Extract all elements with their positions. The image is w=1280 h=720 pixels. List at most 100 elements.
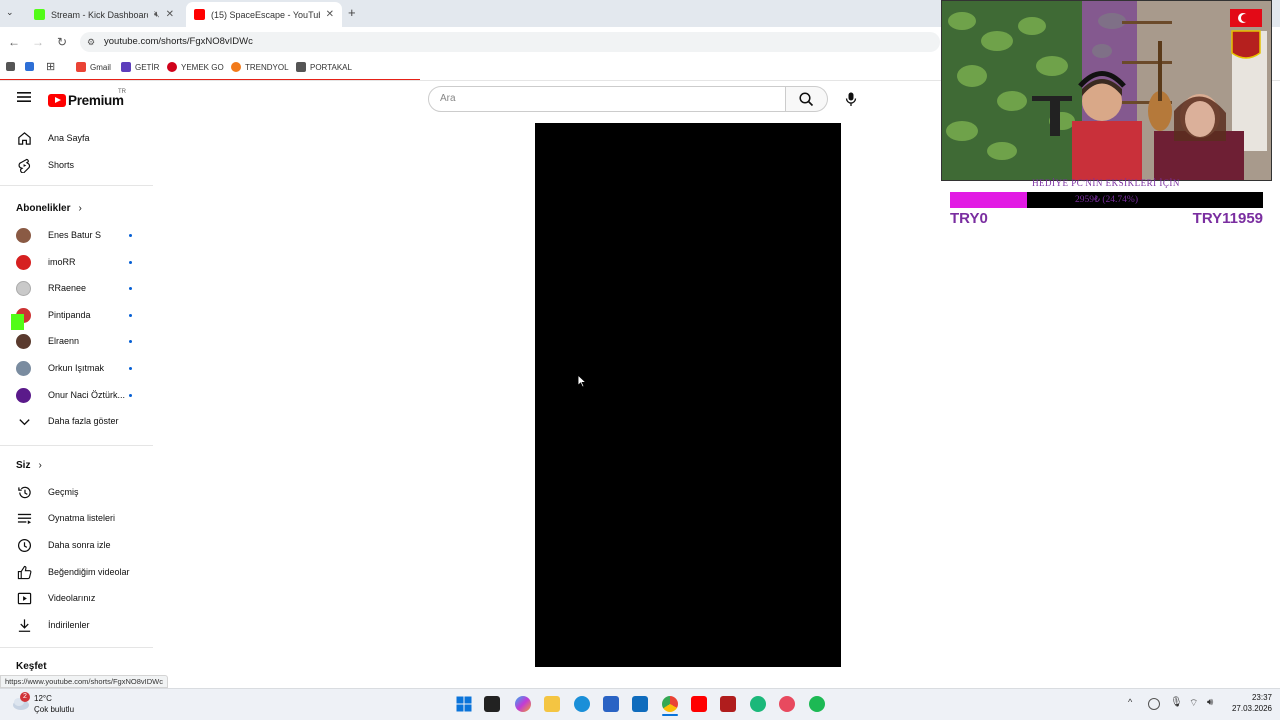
forward-arrow-icon[interactable]: → (29, 33, 47, 51)
address-bar[interactable]: ⚙ youtube.com/shorts/FgxNO8vIDWc (80, 32, 940, 52)
sidebar-item-liked-videos[interactable]: Beğendiğim videolar (0, 559, 153, 585)
sidebar-item-downloads[interactable]: İndirilenler (0, 612, 153, 638)
sidebar-item-history[interactable]: Geçmiş (0, 479, 153, 505)
chevron-up-icon[interactable]: ^ (1128, 697, 1132, 707)
subscription-item-imorr[interactable]: imoRR (0, 249, 153, 275)
bookmark-gmail[interactable]: Gmail (76, 60, 111, 74)
network-icon[interactable]: ⌔ (1189, 697, 1198, 710)
status-link-preview: https://www.youtube.com/shorts/FgxNO8vID… (0, 675, 168, 688)
youtube-play-icon (48, 93, 66, 107)
avatar (16, 227, 31, 243)
apps-grid-icon[interactable]: ⊞ (46, 60, 55, 73)
close-tab-icon[interactable]: ✕ (326, 9, 334, 20)
microsoft-store-icon[interactable] (603, 696, 619, 712)
sidebar-item-shorts[interactable]: Shorts (0, 152, 153, 178)
bookmark-getir[interactable]: GETİR (121, 60, 159, 74)
avatar (16, 333, 31, 349)
channel-name: Elraenn (48, 336, 80, 346)
subscriptions-heading[interactable]: Abonelikler › (16, 203, 82, 214)
sidebar-item-watch-later[interactable]: Daha sonra izle (0, 532, 153, 558)
file-explorer-icon[interactable] (544, 696, 560, 712)
tab-search-chevron-icon[interactable]: ⌄ (6, 7, 14, 18)
yemek-go-icon (167, 62, 177, 72)
speaker-muted-icon[interactable]: 🔇︎ (154, 9, 160, 20)
volume-icon[interactable]: 🔊︎ (1207, 697, 1213, 708)
bookmark-label: YEMEK GO (181, 62, 224, 72)
bookmark-yemek-go[interactable]: YEMEK GO (167, 60, 224, 74)
bookmark-app-icon[interactable] (25, 62, 34, 71)
show-more-label: Daha fazla göster (48, 416, 119, 426)
logo-text: Premium (68, 92, 124, 108)
spotify-icon[interactable] (809, 696, 825, 712)
donation-goal-progress-text: 2959₺ (24.74%) (1074, 195, 1139, 205)
subscription-item-onur-naci-ozturk[interactable]: Onur Naci Öztürk... (0, 382, 153, 408)
your-videos-icon (0, 591, 48, 606)
shorts-icon (0, 158, 48, 173)
subscription-item-enes-batur[interactable]: Enes Batur S (0, 222, 153, 248)
outlook-icon[interactable] (632, 696, 648, 712)
sidebar-item-label: Beğendiğim videolar (48, 567, 130, 577)
search-button[interactable] (786, 86, 828, 112)
reload-icon[interactable]: ↻ (53, 33, 71, 51)
chrome-icon[interactable] (662, 696, 678, 712)
copilot-icon[interactable] (515, 696, 531, 712)
site-info-icon[interactable]: ⚙ (87, 32, 95, 52)
home-icon (0, 131, 48, 146)
show-more-button[interactable]: Daha fazla göster (0, 408, 153, 434)
shorts-video-player[interactable] (535, 123, 841, 667)
tray-app-icon[interactable] (1148, 698, 1160, 710)
youtube-app-icon[interactable] (691, 696, 707, 712)
sidebar-item-playlists[interactable]: Oynatma listeleri (0, 505, 153, 531)
address-url: youtube.com/shorts/FgxNO8vIDWc (104, 36, 253, 47)
donation-goal-max: TRY11959 (1192, 210, 1263, 227)
hamburger-menu-icon[interactable] (16, 90, 32, 108)
subscription-item-elraenn[interactable]: Elraenn (0, 328, 153, 354)
microphone-tray-icon[interactable]: 🎙︎ (1170, 697, 1183, 708)
back-arrow-icon[interactable]: ← (5, 33, 23, 51)
youtube-premium-logo[interactable]: Premium TR (48, 89, 126, 109)
windows-start-icon[interactable] (456, 696, 472, 712)
new-content-dot (129, 366, 132, 370)
app-icon[interactable] (779, 696, 795, 712)
divider (0, 185, 153, 186)
edge-icon[interactable] (574, 696, 590, 712)
avatar (16, 280, 31, 296)
portakal-icon (296, 62, 306, 72)
sidebar-item-your-videos[interactable]: Videolarınız (0, 585, 153, 611)
close-tab-icon[interactable]: ✕ (166, 9, 174, 20)
new-content-dot (129, 393, 132, 397)
notification-badge: 2 (20, 692, 30, 702)
clock-icon (0, 538, 48, 553)
explore-heading: Keşfet (16, 661, 47, 672)
new-content-dot (129, 339, 132, 343)
bookmark-app-icon[interactable] (6, 62, 15, 71)
thumbs-up-icon (0, 565, 48, 580)
voice-search-button[interactable] (838, 86, 864, 112)
channel-name: imoRR (48, 257, 76, 267)
bookmark-label: Gmail (90, 62, 111, 72)
tab-youtube-spaceescape[interactable]: (15) SpaceEscape - YouTube ✕ (186, 2, 342, 27)
task-view-icon[interactable] (484, 696, 500, 712)
you-heading[interactable]: Siz › (16, 460, 42, 471)
bookmark-trendyol[interactable]: TRENDYOL (231, 60, 289, 74)
new-tab-icon[interactable]: + (348, 5, 356, 20)
subscription-item-orkun-isitmak[interactable]: Orkun Işıtmak (0, 355, 153, 381)
playlists-icon (0, 511, 48, 526)
clock-date[interactable]: 27.03.2026 (1226, 704, 1272, 713)
bookmark-label: GETİR (135, 62, 160, 72)
channel-name: Onur Naci Öztürk... (48, 390, 126, 400)
search-input[interactable]: Ara (428, 86, 786, 112)
sidebar-item-home[interactable]: Ana Sayfa (0, 125, 153, 151)
microphone-icon (845, 92, 857, 106)
weather-temperature: 12°C (34, 694, 52, 703)
tab-kick-dashboard[interactable]: Stream - Kick Dashboard 🔇︎ ✕ (26, 2, 182, 27)
subscription-item-rraenee[interactable]: RRaenee (0, 275, 153, 301)
you-heading-label: Siz (16, 460, 31, 471)
app-icon[interactable] (750, 696, 766, 712)
avatar (16, 254, 31, 270)
sidebar-item-label: İndirilenler (48, 620, 90, 630)
donation-goal-title: HEDİYE PC'NİN EKSİKLERİ İÇİN (1032, 178, 1180, 188)
bookmark-portakal[interactable]: PORTAKAL (296, 60, 352, 74)
clock-time[interactable]: 23:37 (1236, 693, 1272, 702)
app-icon[interactable] (720, 696, 736, 712)
